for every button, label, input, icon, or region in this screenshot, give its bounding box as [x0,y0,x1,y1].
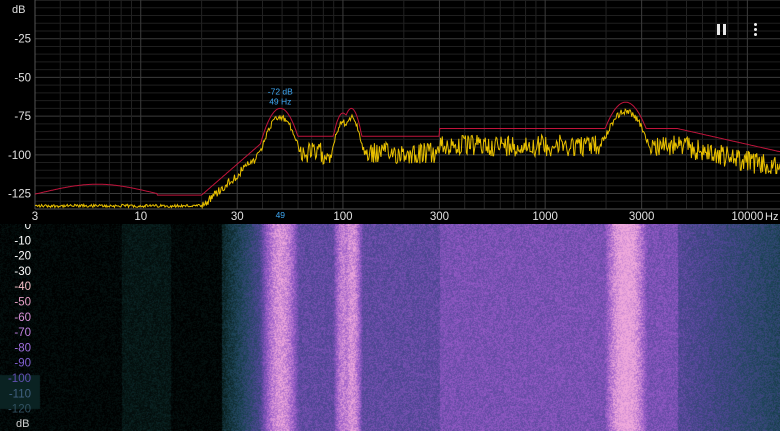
spectrogram-db-tick: -40 [14,281,31,293]
spectrogram-db-tick: -50 [14,297,31,309]
spectrogram-db-tick: 0 [25,224,31,232]
y-tick-label: -125 [8,189,31,201]
spectrogram-db-tick: -30 [14,266,31,278]
x-axis-labels: 3 10 30 100 300 1000 3000 10000 [32,211,764,223]
y-axis-labels: -25 -50 -75 -100 -125 [8,34,31,201]
spectrogram-db-tick: -120 [8,404,31,416]
x-tick-label: 10 [134,211,147,223]
y-tick-label: -75 [14,111,31,123]
spectrogram-db-tick: -20 [14,251,31,263]
spectrogram-db-tick: -10 [14,235,31,247]
x-tick-label: 10000 [731,211,763,223]
audio-spectrum-analyzer: -25 -50 -75 -100 -125 3 10 30 100 300 1000 3000 100… [0,0,780,431]
x-tick-label: 3000 [629,211,655,223]
spectrogram-unit-label: dB [16,418,29,430]
spectrogram-waterfall [0,224,780,431]
spectrogram-db-ticks: 0 -10 -20 -30 -40 -50 -60 -70 -80 -90 -100 -110 -120 [8,224,31,416]
peak-freq-readout: 49 Hz [269,96,291,106]
peak-axis-marker: 49 [276,210,286,220]
spectrogram-db-scale: 0 -10 -20 -30 -40 -50 -60 -70 -80 -90 -100 -110 -120… [8,224,31,430]
x-tick-label: 1000 [532,211,558,223]
x-tick-label: 300 [430,211,449,223]
y-tick-label: -50 [14,72,31,84]
spectrum-plot: -25 -50 -75 -100 -125 3 10 30 100 300 1000 3000 100… [8,0,780,223]
spectrum-grid [34,0,780,210]
x-tick-label: 30 [231,211,244,223]
more-options-button[interactable] [744,18,766,40]
spectrogram-db-tick: -110 [9,388,31,400]
peak-db-readout: -72 dB [268,86,293,96]
pause-icon [716,23,726,35]
x-tick-label: 100 [333,211,352,223]
spectrogram-db-tick: -90 [14,358,31,370]
more-vertical-icon [753,22,757,36]
x-unit-label: Hz [765,211,778,223]
y-tick-label: -100 [8,150,31,162]
spectrogram-db-tick: -100 [8,373,31,385]
y-tick-label: -25 [14,34,31,46]
y-unit-label: dB [12,4,25,16]
x-tick-label: 3 [32,211,38,223]
spectrogram-db-tick: -60 [14,312,31,324]
spectrogram-db-tick: -70 [14,327,31,339]
pause-button[interactable] [710,18,732,40]
spectrogram-db-tick: -80 [14,342,31,354]
